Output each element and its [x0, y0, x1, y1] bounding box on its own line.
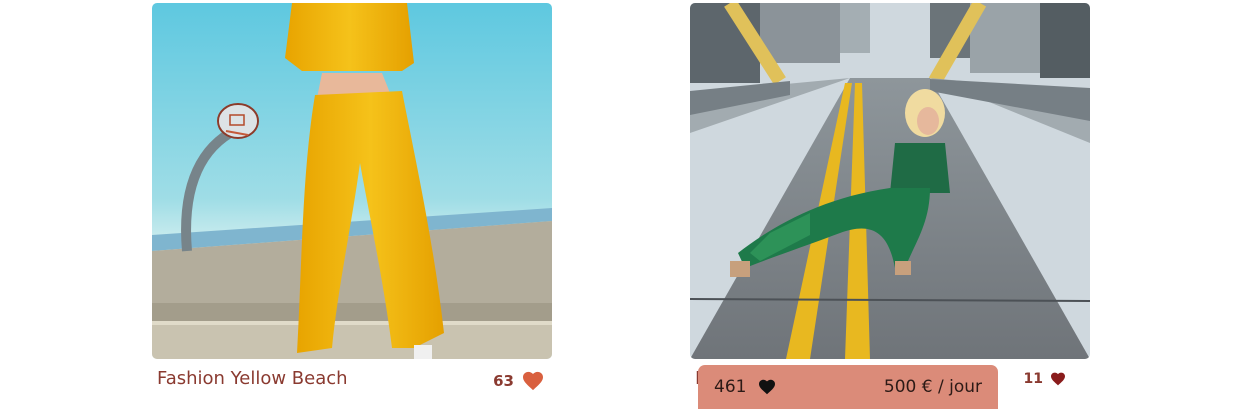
heart-icon[interactable]: [758, 379, 776, 395]
heart-icon[interactable]: [522, 371, 544, 391]
like-count-value: 63: [493, 372, 514, 390]
like-count-value: 11: [1023, 371, 1043, 387]
price-label: 500 € / jour: [883, 377, 982, 397]
like-count[interactable]: 11: [1024, 371, 1066, 387]
product-card[interactable]: Fashion Yellow Beach 63: [152, 3, 552, 403]
product-image[interactable]: [152, 3, 552, 359]
product-card[interactable]: F 461 500 € / jour 11: [690, 3, 1090, 409]
heart-icon[interactable]: [1050, 372, 1066, 386]
like-count[interactable]: 63: [493, 371, 544, 391]
product-title[interactable]: Fashion Yellow Beach: [157, 368, 348, 389]
product-image[interactable]: [690, 3, 1090, 359]
hover-like-count: 461: [714, 377, 747, 397]
hover-overlay[interactable]: 461 500 € / jour: [698, 365, 998, 409]
